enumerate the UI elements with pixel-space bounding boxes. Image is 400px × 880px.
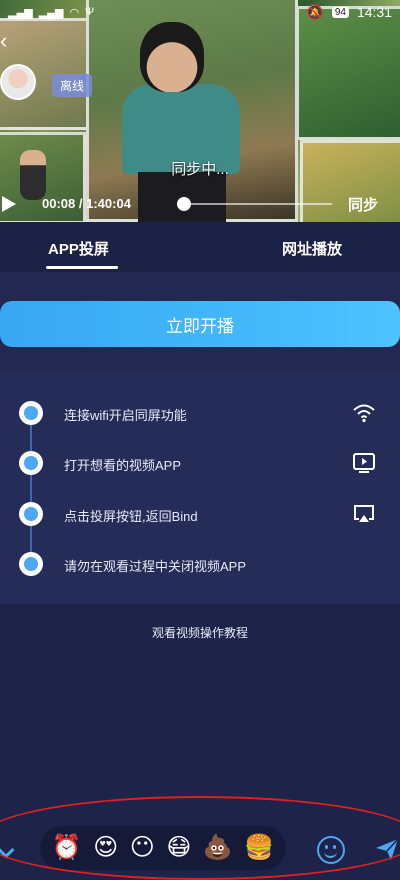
- wifi-icon: ◠: [69, 6, 80, 19]
- usb-icon: Ψ: [85, 6, 95, 18]
- time-separator: /: [78, 196, 83, 211]
- start-broadcast-button[interactable]: 立即开播: [0, 301, 400, 347]
- step-dot: [19, 401, 43, 425]
- emoji-mask[interactable]: 😷: [166, 836, 191, 860]
- signal-icon: ▂▄▆: [38, 6, 64, 19]
- emoji-no-mouth[interactable]: 😶: [130, 836, 155, 860]
- battery-indicator: 94: [331, 6, 349, 18]
- step-item: 点击投屏按钮,返回Bind: [0, 501, 400, 527]
- status-bar: ▂▄▆ ▂▄▆ ◠ Ψ 🔕 94 14:31: [0, 0, 400, 24]
- avatar[interactable]: [0, 64, 36, 100]
- step-item: 连接wifi开启同屏功能: [0, 400, 400, 426]
- active-tab-indicator: [46, 266, 118, 269]
- step-text: 请勿在观看过程中关闭视频APP: [64, 559, 247, 574]
- signal-icon: ▂▄▆: [8, 6, 33, 19]
- video-frame-panel: [296, 6, 400, 140]
- status-badge: 离线: [52, 74, 93, 97]
- send-icon[interactable]: [374, 836, 400, 862]
- clock: 14:31: [356, 4, 392, 20]
- current-time: 00:08: [42, 196, 76, 211]
- tutorial-link[interactable]: 观看视频操作教程: [0, 624, 400, 641]
- steps-card: 连接wifi开启同屏功能 打开想看的视频APP 点击投屏按钮,返回Bind 请勿…: [0, 372, 400, 604]
- progress-track[interactable]: [182, 203, 332, 205]
- emoji-heart-eyes[interactable]: 😍: [93, 836, 118, 860]
- step-text: 连接wifi开启同屏功能: [64, 408, 187, 423]
- video-app-icon: [352, 452, 376, 474]
- step-dot: [19, 552, 43, 576]
- sync-status-text: 同步中...: [171, 161, 229, 178]
- emoji-poop[interactable]: 💩: [203, 836, 233, 860]
- playback-controls: 00:08 / 1:40:04 同步: [0, 192, 400, 216]
- step-text: 点击投屏按钮,返回Bind: [64, 509, 198, 524]
- tab-bar: APP投屏 网址播放: [0, 222, 400, 272]
- duration: 1:40:04: [86, 196, 131, 211]
- video-player[interactable]: ▂▄▆ ▂▄▆ ◠ Ψ 🔕 94 14:31 ‹ 离线 同步中... 00:08…: [0, 0, 400, 222]
- progress-knob[interactable]: [177, 197, 191, 211]
- emoji-alarm-clock[interactable]: ⏰: [52, 836, 82, 860]
- step-item: 请勿在观看过程中关闭视频APP: [0, 551, 400, 577]
- wifi-icon: [352, 402, 376, 424]
- play-icon[interactable]: [2, 196, 16, 212]
- time-display: 00:08 / 1:40:04: [42, 196, 131, 211]
- step-item: 打开想看的视频APP: [0, 450, 400, 476]
- step-dot: [19, 502, 43, 526]
- step-text: 打开想看的视频APP: [64, 458, 182, 473]
- emoji-bar: ⏰ 😍 😶 😷 💩 🍔: [40, 826, 286, 870]
- back-icon[interactable]: ‹: [0, 30, 22, 52]
- steps-timeline: [30, 414, 32, 566]
- step-dot: [19, 451, 43, 475]
- tab-app-cast[interactable]: APP投屏: [48, 238, 109, 259]
- mute-icon: 🔕: [306, 3, 324, 20]
- tab-url-play[interactable]: 网址播放: [282, 238, 342, 259]
- emoji-picker-icon[interactable]: [317, 836, 345, 864]
- screencast-icon: [352, 503, 376, 525]
- emoji-burger[interactable]: 🍔: [244, 836, 274, 860]
- sync-button[interactable]: 同步: [348, 194, 378, 215]
